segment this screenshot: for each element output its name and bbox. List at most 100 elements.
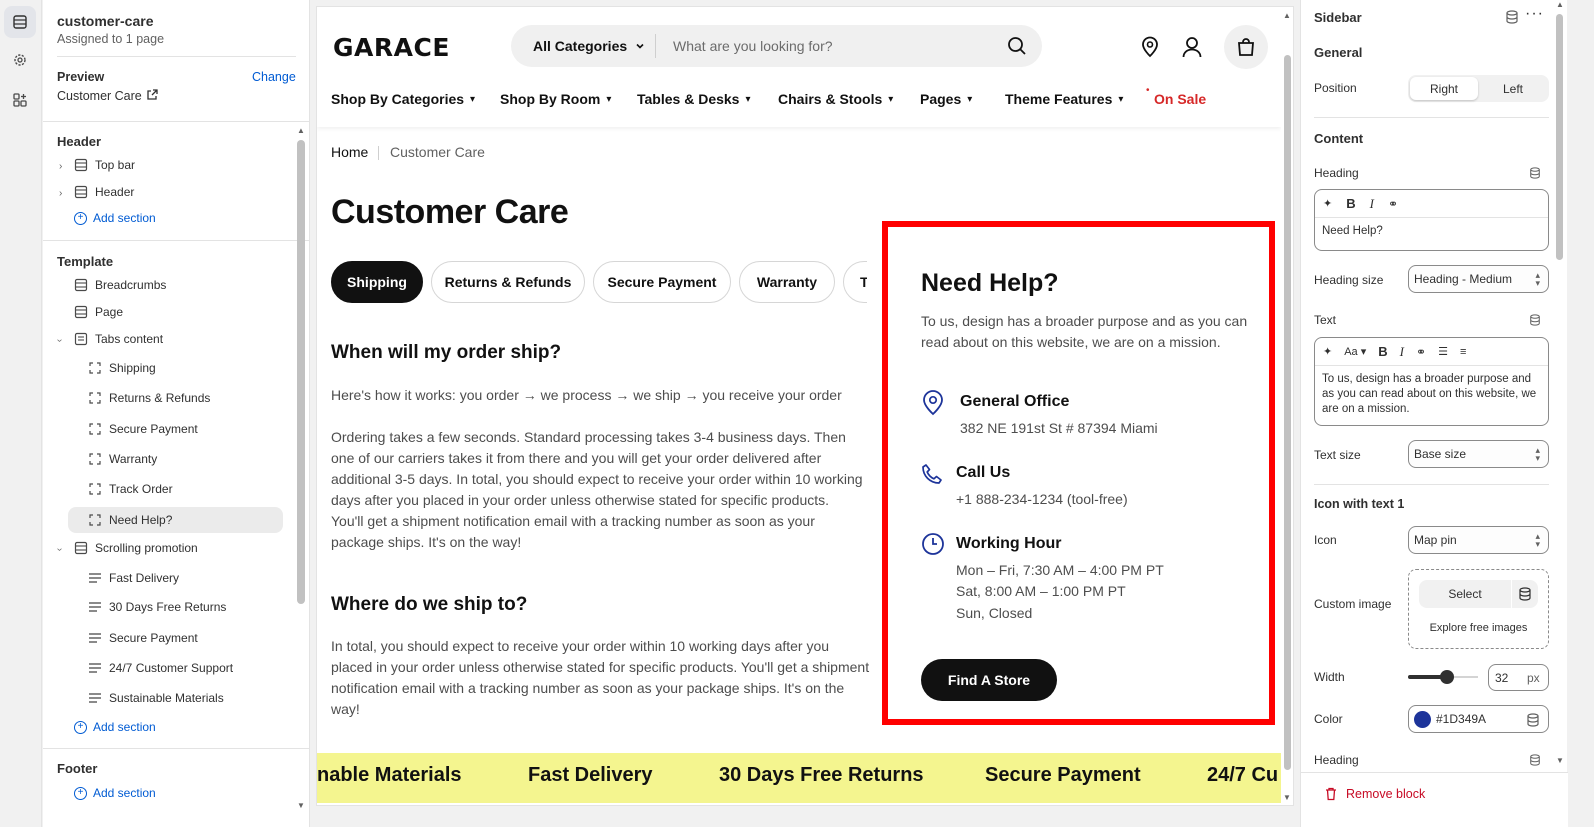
find-a-store-button[interactable]: Find A Store — [921, 659, 1057, 701]
numbered-list-icon[interactable]: ≡ — [1460, 346, 1466, 358]
add-section-footer[interactable]: + Add section — [74, 780, 156, 806]
add-section-template[interactable]: + Add section — [74, 714, 156, 740]
link-icon[interactable]: ⚭ — [1388, 197, 1398, 211]
bullet-list-icon[interactable]: ☰ — [1438, 345, 1448, 358]
scroll-up-arrow[interactable]: ▲ — [1283, 11, 1291, 20]
tab-track-order-partial[interactable]: T — [843, 261, 867, 303]
nav-pages[interactable]: Pages ▾ — [920, 89, 972, 109]
add-section-header[interactable]: + Add section — [74, 205, 156, 231]
tab-shipping[interactable]: Shipping — [331, 261, 423, 303]
heading-input[interactable]: Need Help? — [1315, 218, 1548, 245]
link-icon[interactable]: ⚭ — [1416, 345, 1426, 359]
scroll-up-arrow[interactable]: ▲ — [1556, 0, 1564, 9]
preview-scroll-thumb[interactable] — [1284, 55, 1291, 770]
nav-theme-features[interactable]: Theme Features ▾ — [1005, 89, 1123, 109]
location-pin-icon[interactable] — [1141, 36, 1159, 58]
external-link-icon[interactable] — [146, 89, 158, 104]
text-rich-text-editor[interactable]: ✦ Aa ▾ B I ⚭ ☰ ≡ To us, design has a bro… — [1314, 337, 1549, 426]
italic-icon[interactable]: I — [1370, 196, 1374, 212]
nav-chairs-stools[interactable]: Chairs & Stools ▾ — [778, 89, 893, 109]
block-need-help-selected[interactable]: Need Help? — [68, 507, 283, 533]
cart-button[interactable] — [1224, 25, 1268, 69]
scroll-down-arrow[interactable]: ▼ — [1283, 793, 1291, 802]
block-fast-delivery[interactable]: Fast Delivery — [88, 565, 179, 591]
remove-block-button[interactable]: Remove block — [1346, 787, 1425, 801]
left-panel-scrollbar[interactable] — [297, 140, 305, 604]
section-page[interactable]: Page — [74, 299, 123, 325]
tab-returns-refunds[interactable]: Returns & Refunds — [431, 261, 585, 303]
change-preview-link[interactable]: Change — [252, 70, 296, 84]
heading-size-select[interactable]: Heading - Medium ▴ ▾ — [1408, 265, 1549, 293]
section-tabs-content[interactable]: Tabs content — [74, 326, 163, 352]
position-left-option[interactable]: Left — [1480, 77, 1546, 100]
trash-icon[interactable] — [1325, 787, 1337, 801]
block-customer-support[interactable]: 24/7 Customer Support — [88, 655, 233, 681]
right-panel-scrollbar[interactable] — [1556, 14, 1563, 260]
chevron-down-icon — [636, 43, 644, 49]
preview-scrollbar[interactable]: ▲ ▼ — [1281, 7, 1293, 805]
scroll-down-arrow[interactable]: ▼ — [1556, 756, 1564, 765]
block-secure-payment[interactable]: Secure Payment — [88, 416, 198, 442]
italic-icon[interactable]: I — [1400, 344, 1404, 360]
search-bar[interactable]: All Categories What are you looking for? — [511, 25, 1042, 67]
nav-on-sale[interactable]: On Sale — [1154, 89, 1206, 109]
more-options-icon[interactable]: ··· — [1525, 5, 1544, 23]
chevron-right-icon[interactable]: › — [59, 188, 62, 199]
heading-rich-text-editor[interactable]: ✦ B I ⚭ Need Help? — [1314, 189, 1549, 251]
section-header[interactable]: Header — [74, 179, 134, 205]
block-30-days-free-returns[interactable]: 30 Days Free Returns — [88, 594, 226, 620]
database-icon[interactable] — [1527, 713, 1539, 727]
text-format-icon[interactable]: Aa ▾ — [1344, 345, 1366, 358]
chevron-down-icon[interactable]: › — [54, 548, 65, 551]
chevron-updown-icon: ▴ ▾ — [1535, 531, 1540, 549]
color-swatch[interactable] — [1414, 711, 1431, 728]
settings-gear-icon[interactable] — [4, 44, 36, 76]
section-scrolling-promotion[interactable]: Scrolling promotion — [74, 535, 198, 561]
bold-icon[interactable]: B — [1378, 344, 1387, 359]
ai-sparkle-icon[interactable]: ✦ — [1323, 197, 1332, 210]
explore-free-images-link[interactable]: Explore free images — [1409, 622, 1548, 634]
search-input[interactable]: What are you looking for? — [673, 25, 833, 67]
color-picker-input[interactable]: #1D349A — [1408, 705, 1549, 733]
divider — [1314, 117, 1549, 118]
tab-secure-payment[interactable]: Secure Payment — [593, 261, 731, 303]
select-image-button[interactable]: Select — [1419, 580, 1511, 608]
block-returns-refunds[interactable]: Returns & Refunds — [88, 385, 210, 411]
apps-icon[interactable] — [4, 84, 36, 116]
icon-select[interactable]: Map pin ▴ ▾ — [1408, 526, 1549, 554]
section-top-bar[interactable]: Top bar — [74, 152, 135, 178]
width-input[interactable]: 32 px — [1488, 664, 1549, 691]
scroll-down-arrow[interactable]: ▼ — [297, 801, 305, 810]
need-help-sidebar-selected[interactable]: Need Help? To us, design has a broader p… — [882, 221, 1275, 725]
ai-sparkle-icon[interactable]: ✦ — [1323, 345, 1332, 358]
database-icon[interactable] — [1506, 10, 1518, 24]
text-input[interactable]: To us, design has a broader purpose and … — [1315, 366, 1548, 423]
nav-shop-by-categories[interactable]: Shop By Categories ▾ — [331, 89, 475, 109]
chevron-right-icon[interactable]: › — [59, 161, 62, 172]
block-warranty[interactable]: Warranty — [88, 446, 157, 472]
scroll-up-arrow[interactable]: ▲ — [297, 126, 305, 135]
sections-icon[interactable] — [4, 6, 36, 38]
breadcrumb-home[interactable]: Home — [331, 144, 368, 160]
text-size-select[interactable]: Base size ▴ ▾ — [1408, 440, 1549, 468]
nav-shop-by-room[interactable]: Shop By Room ▾ — [500, 89, 611, 109]
store-logo[interactable]: GARACE — [333, 33, 450, 62]
search-icon[interactable] — [1007, 36, 1027, 56]
block-sustainable-materials[interactable]: Sustainable Materials — [88, 685, 224, 711]
block-shipping[interactable]: Shipping — [88, 355, 156, 381]
position-right-option[interactable]: Right — [1410, 77, 1478, 100]
block-secure-payment-promo[interactable]: Secure Payment — [88, 625, 198, 651]
bold-icon[interactable]: B — [1346, 196, 1355, 211]
tab-warranty[interactable]: Warranty — [739, 261, 835, 303]
width-slider-handle[interactable] — [1440, 670, 1454, 684]
chevron-down-icon[interactable]: › — [54, 339, 65, 342]
section-breadcrumbs[interactable]: Breadcrumbs — [74, 272, 166, 298]
block-track-order[interactable]: Track Order — [88, 476, 173, 502]
dynamic-source-icon[interactable] — [1529, 754, 1541, 766]
dynamic-image-button[interactable] — [1512, 580, 1538, 608]
dynamic-source-icon[interactable] — [1529, 314, 1541, 326]
nav-tables-desks[interactable]: Tables & Desks ▾ — [637, 89, 751, 109]
account-user-icon[interactable] — [1182, 36, 1202, 58]
dynamic-source-icon[interactable] — [1529, 167, 1541, 179]
category-select[interactable]: All Categories — [533, 25, 645, 67]
